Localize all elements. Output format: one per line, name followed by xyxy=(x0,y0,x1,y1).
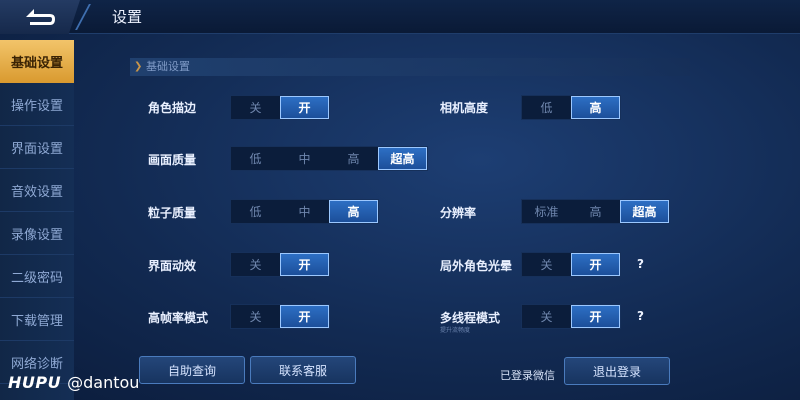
camera-height-high-option[interactable]: 高 xyxy=(571,96,620,119)
resolution-ultra-option[interactable]: 超高 xyxy=(620,200,669,223)
sidebar-item-interface-settings[interactable]: 界面设置 xyxy=(0,126,74,169)
sidebar-item-download-manager[interactable]: 下载管理 xyxy=(0,298,74,341)
outgame-glow-help-icon[interactable]: ? xyxy=(637,257,644,271)
high-fps-off-option[interactable]: 关 xyxy=(231,305,280,328)
resolution-standard-option[interactable]: 标准 xyxy=(522,200,571,223)
self-help-button[interactable]: 自助查询 xyxy=(139,356,245,384)
ui-animation-toggle: 关 开 xyxy=(230,252,330,277)
image-quality-medium-option[interactable]: 中 xyxy=(280,147,329,170)
multithread-help-icon[interactable]: ? xyxy=(637,309,644,323)
particle-quality-high-option[interactable]: 高 xyxy=(329,200,378,223)
camera-height-low-option[interactable]: 低 xyxy=(522,96,571,119)
back-arrow-icon xyxy=(26,9,55,25)
image-quality-label: 画面质量 xyxy=(148,153,197,167)
watermark-brand: HUPU xyxy=(8,373,62,392)
outgame-glow-label: 局外角色光晕 xyxy=(440,259,513,273)
particle-quality-selector: 低 中 高 xyxy=(230,199,379,224)
ui-animation-on-option[interactable]: 开 xyxy=(280,253,329,276)
section-arrow-icon: ❯ xyxy=(134,61,143,72)
top-bar: 设置 xyxy=(0,0,800,34)
ui-animation-off-option[interactable]: 关 xyxy=(231,253,280,276)
multithread-on-option[interactable]: 开 xyxy=(571,305,620,328)
high-fps-on-option[interactable]: 开 xyxy=(280,305,329,328)
header-divider xyxy=(75,4,103,30)
sidebar-item-control-settings[interactable]: 操作设置 xyxy=(0,83,74,126)
particle-quality-low-option[interactable]: 低 xyxy=(231,200,280,223)
outgame-glow-toggle: 关 开 xyxy=(521,252,621,277)
image-quality-ultra-option[interactable]: 超高 xyxy=(378,147,427,170)
sidebar-item-sound-settings[interactable]: 音效设置 xyxy=(0,169,74,212)
multithread-toggle: 关 开 xyxy=(521,304,621,329)
watermark: HUPU @dantou xyxy=(8,373,139,392)
multithread-off-option[interactable]: 关 xyxy=(522,305,571,328)
outgame-glow-off-option[interactable]: 关 xyxy=(522,253,571,276)
ui-animation-label: 界面动效 xyxy=(148,259,197,273)
camera-height-label: 相机高度 xyxy=(440,101,489,115)
login-status-text: 已登录微信 xyxy=(500,369,555,382)
sidebar: 基础设置 操作设置 界面设置 音效设置 录像设置 二级密码 下载管理 网络诊断 xyxy=(0,40,74,400)
multithread-label: 多线程模式 xyxy=(440,311,501,325)
outline-toggle: 关 开 xyxy=(230,95,330,120)
section-title: 基础设置 xyxy=(146,60,190,73)
outline-label: 角色描边 xyxy=(148,101,197,115)
outline-on-option[interactable]: 开 xyxy=(280,96,329,119)
particle-quality-label: 粒子质量 xyxy=(148,206,197,220)
section-header: ❯ 基础设置 xyxy=(130,58,690,76)
particle-quality-medium-option[interactable]: 中 xyxy=(280,200,329,223)
high-fps-label: 高帧率模式 xyxy=(148,311,209,325)
image-quality-high-option[interactable]: 高 xyxy=(329,147,378,170)
sidebar-item-secondary-password[interactable]: 二级密码 xyxy=(0,255,74,298)
resolution-high-option[interactable]: 高 xyxy=(571,200,620,223)
high-fps-toggle: 关 开 xyxy=(230,304,330,329)
image-quality-low-option[interactable]: 低 xyxy=(231,147,280,170)
contact-support-button[interactable]: 联系客服 xyxy=(250,356,356,384)
sidebar-item-replay-settings[interactable]: 录像设置 xyxy=(0,212,74,255)
page-title: 设置 xyxy=(112,8,143,26)
watermark-handle: @dantou xyxy=(67,373,140,392)
image-quality-selector: 低 中 高 超高 xyxy=(230,146,428,171)
outline-off-option[interactable]: 关 xyxy=(231,96,280,119)
resolution-selector: 标准 高 超高 xyxy=(521,199,670,224)
multithread-sublabel: 提升流畅度 xyxy=(440,327,471,334)
back-button[interactable] xyxy=(0,0,80,34)
resolution-label: 分辨率 xyxy=(440,206,477,220)
logout-button[interactable]: 退出登录 xyxy=(564,357,670,385)
sidebar-item-basic-settings[interactable]: 基础设置 xyxy=(0,40,74,83)
outgame-glow-on-option[interactable]: 开 xyxy=(571,253,620,276)
camera-height-toggle: 低 高 xyxy=(521,95,621,120)
